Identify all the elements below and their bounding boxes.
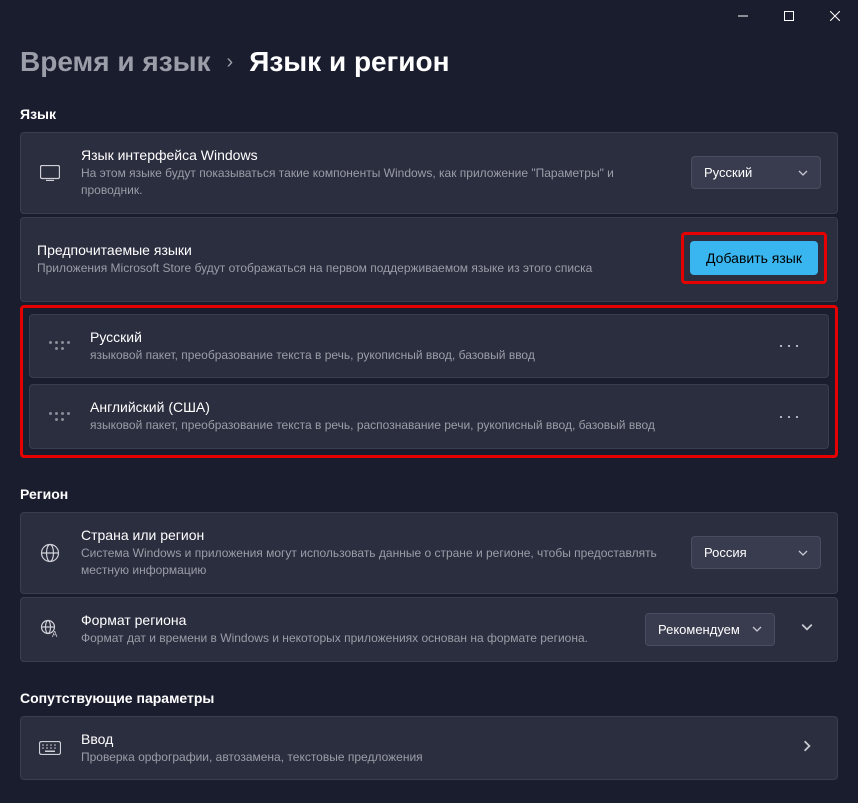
- add-language-button[interactable]: Добавить язык: [690, 241, 818, 275]
- globe-language-icon: A: [37, 619, 63, 639]
- display-language-card: Язык интерфейса Windows На этом языке бу…: [20, 132, 838, 214]
- display-language-value: Русский: [704, 165, 752, 180]
- breadcrumb: Время и язык › Язык и регион: [20, 46, 838, 78]
- chevron-down-expand-icon[interactable]: [793, 620, 821, 638]
- chevron-right-icon: ›: [227, 51, 234, 74]
- close-button[interactable]: [812, 0, 858, 32]
- preferred-title: Предпочитаемые языки: [37, 242, 681, 258]
- language-item-english[interactable]: Английский (США) языковой пакет, преобра…: [29, 384, 829, 449]
- format-desc: Формат дат и времени в Windows и некотор…: [81, 630, 627, 647]
- drag-handle-icon[interactable]: [46, 341, 72, 350]
- language-name: Английский (США): [90, 399, 750, 415]
- format-select[interactable]: Рекомендуем: [645, 613, 775, 646]
- input-settings-card[interactable]: Ввод Проверка орфографии, автозамена, те…: [20, 716, 838, 781]
- country-desc: Система Windows и приложения могут испол…: [81, 545, 673, 579]
- language-name: Русский: [90, 329, 750, 345]
- window-titlebar: [0, 0, 858, 32]
- language-item-russian[interactable]: Русский языковой пакет, преобразование т…: [29, 314, 829, 379]
- chevron-down-icon: [798, 168, 808, 178]
- input-desc: Проверка орфографии, автозамена, текстов…: [81, 749, 775, 766]
- display-icon: [37, 165, 63, 181]
- more-options-button[interactable]: ···: [768, 329, 812, 362]
- section-region-title: Регион: [20, 486, 838, 502]
- section-related-title: Сопутствующие параметры: [20, 690, 838, 706]
- format-value: Рекомендуем: [658, 622, 740, 637]
- region-format-card[interactable]: A Формат региона Формат дат и времени в …: [20, 597, 838, 662]
- preferred-languages-header: Предпочитаемые языки Приложения Microsof…: [20, 217, 838, 302]
- languages-list-highlight: Русский языковой пакет, преобразование т…: [20, 305, 838, 459]
- display-language-title: Язык интерфейса Windows: [81, 147, 673, 163]
- add-language-highlight: Добавить язык: [681, 232, 827, 284]
- chevron-down-icon: [752, 624, 762, 634]
- breadcrumb-parent[interactable]: Время и язык: [20, 46, 211, 78]
- maximize-button[interactable]: [766, 0, 812, 32]
- language-features: языковой пакет, преобразование текста в …: [90, 347, 750, 364]
- globe-icon: [37, 543, 63, 563]
- display-language-desc: На этом языке будут показываться такие к…: [81, 165, 673, 199]
- chevron-down-icon: [798, 548, 808, 558]
- chevron-right-icon: [793, 739, 821, 757]
- keyboard-icon: [37, 741, 63, 755]
- drag-handle-icon[interactable]: [46, 412, 72, 421]
- format-title: Формат региона: [81, 612, 627, 628]
- input-title: Ввод: [81, 731, 775, 747]
- section-language-title: Язык: [20, 106, 838, 122]
- country-select[interactable]: Россия: [691, 536, 821, 569]
- country-card: Страна или регион Система Windows и прил…: [20, 512, 838, 594]
- language-features: языковой пакет, преобразование текста в …: [90, 417, 750, 434]
- svg-text:A: A: [52, 630, 58, 639]
- country-title: Страна или регион: [81, 527, 673, 543]
- country-value: Россия: [704, 545, 747, 560]
- minimize-button[interactable]: [720, 0, 766, 32]
- display-language-select[interactable]: Русский: [691, 156, 821, 189]
- more-options-button[interactable]: ···: [768, 400, 812, 433]
- breadcrumb-current: Язык и регион: [249, 46, 449, 78]
- preferred-desc: Приложения Microsoft Store будут отображ…: [37, 260, 681, 277]
